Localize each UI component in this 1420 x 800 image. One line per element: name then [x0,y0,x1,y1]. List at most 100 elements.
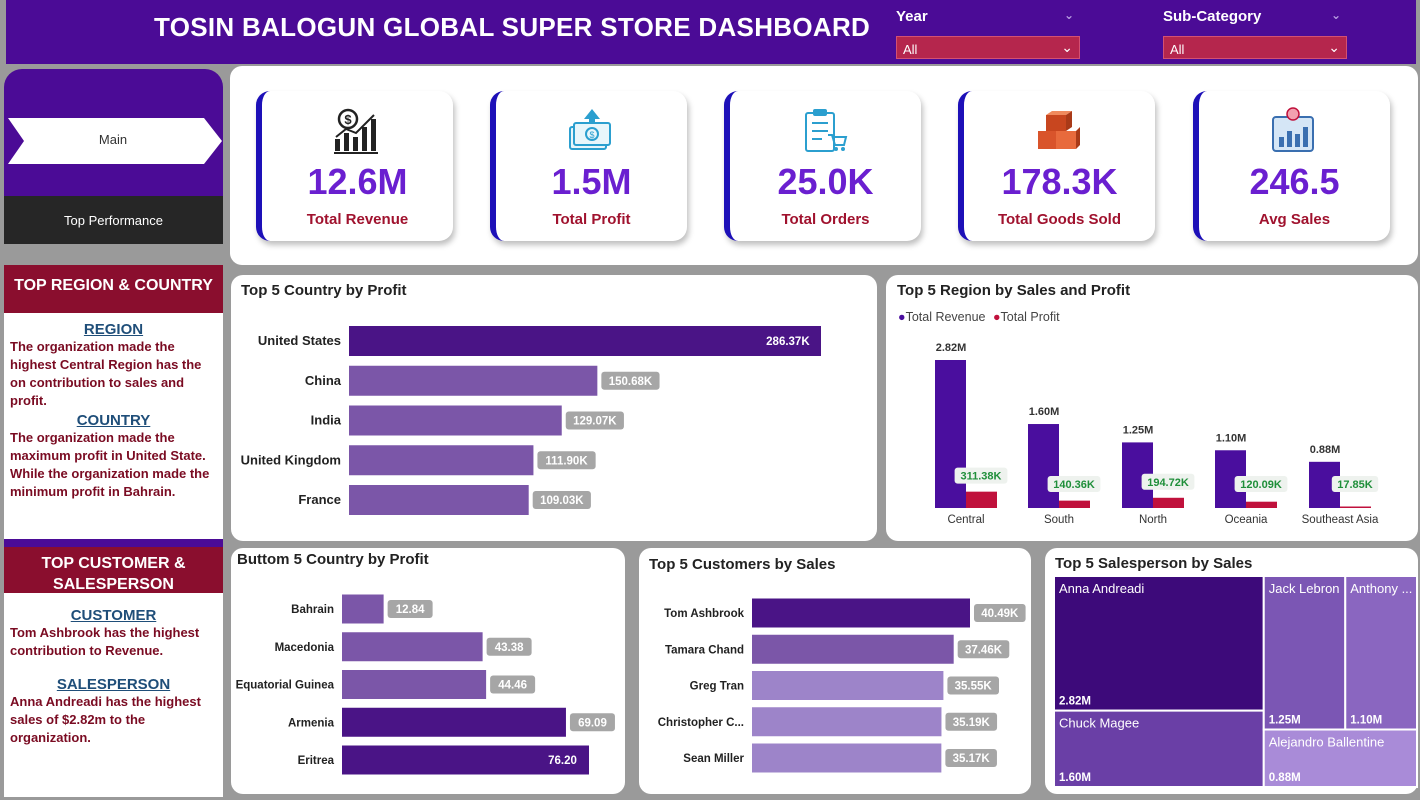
category-label: Macedonia [275,642,335,654]
bar-revenue [935,360,966,508]
bar [752,634,954,664]
category-label: Sean Miller [683,753,744,765]
country-text: The organization made the maximum profit… [10,430,210,499]
region-country-panel: TOP REGION & COUNTRY REGION The organiza… [4,265,223,539]
chevron-down-icon[interactable]: ⌄ [1064,8,1074,22]
subcategory-slicer[interactable]: Sub-Category ⌄ All ⌄ [1163,8,1347,59]
bar [752,707,942,737]
subcategory-dropdown[interactable]: All ⌄ [1163,36,1347,59]
customer-salesperson-heading: TOP CUSTOMER & SALESPERSON [4,547,223,593]
treemap-value: 0.88M [1269,772,1301,784]
data-label-revenue: 2.82M [936,342,967,354]
category-label: France [298,492,341,507]
main-nav-label: Main [98,132,128,147]
year-slicer[interactable]: Year ⌄ All ⌄ [896,8,1080,59]
year-slicer-label: Year [896,8,928,25]
bar-chart-icon [1272,107,1314,152]
bottom5-country-chart: Bahrain 12.84 Macedonia 43.38 Equatorial Gui… [236,594,615,775]
top5-country-profit-card: Top 5 Country by Profit United States 286… [231,275,877,541]
data-label: 286.37K [766,336,810,348]
kpi-label: Total Orders [781,211,870,228]
treemap-cell [1053,575,1265,712]
kpi-value: 246.5 [1249,161,1340,202]
bar-profit [1059,500,1090,508]
category-label: Oceania [1225,514,1268,526]
category-label: Tamara Chand [665,644,744,656]
data-label-revenue: 0.88M [1310,444,1341,456]
salesperson-subtitle: SALESPERSON [56,676,171,693]
data-label-profit: 140.36K [1053,479,1095,491]
treemap-value: 1.10M [1350,715,1382,727]
top-performance-nav-button[interactable]: Top Performance [4,196,223,244]
category-label: Eritrea [298,755,335,767]
region-subtitle: REGION [83,321,144,338]
treemap-value: 1.60M [1059,772,1091,784]
clipboard-cart-icon [805,109,848,152]
treemap-label: Jack Lebron [1269,581,1340,596]
category-label: Christopher C... [658,717,744,729]
category-label: India [311,413,342,428]
bar [342,670,487,699]
treemap-label: Anna Andreadi [1059,581,1144,596]
year-dropdown-value: All [903,42,918,57]
data-label: 111.90K [545,455,588,467]
bottom5-country-card: Buttom 5 Country by Profit Bahrain 12.84 M… [231,548,625,794]
kpi-value: 25.0K [777,161,874,202]
data-label-revenue: 1.25M [1123,424,1154,436]
category-label: Tom Ashbrook [664,608,744,620]
data-label: 129.07K [573,416,617,428]
sidebar-nav: Main Top Performance [4,69,223,244]
category-label: North [1139,514,1167,526]
header-bar: TOSIN BALOGUN GLOBAL SUPER STORE DASHBOA… [6,0,1416,64]
chevron-down-icon: ⌄ [1328,39,1340,55]
top5-region-chart: 2.82M 311.38K Central 1.60M 140.36K South 1.25… [935,342,1379,526]
category-label: Equatorial Guinea [236,680,335,692]
svg-text:$: $ [589,130,594,140]
data-label: 76.20 [548,755,577,767]
kpi-card-profit: $ 1.5M Total Profit [490,91,687,241]
svg-text:$: $ [344,112,352,127]
revenue-chart-icon: $ [334,108,378,154]
data-label: 43.38 [495,642,524,654]
bar [342,632,483,662]
main-nav-button[interactable]: Main [8,118,222,164]
data-label: 69.09 [578,717,607,729]
category-label: Greg Tran [690,681,744,693]
bar [752,598,970,628]
data-label: 35.17K [953,753,991,765]
data-label: 12.84 [396,604,425,616]
customer-subtitle: CUSTOMER [70,607,157,624]
category-label: United Kingdom [241,452,341,467]
category-label: Southeast Asia [1302,514,1379,526]
category-label: Central [947,514,984,526]
category-label: Armenia [288,717,335,729]
data-label-revenue: 1.10M [1216,432,1247,444]
kpi-label: Total Goods Sold [997,211,1122,228]
chevron-down-icon[interactable]: ⌄ [1331,8,1341,22]
bar [342,707,566,737]
top5-salesperson-treemap: Anna Andreadi 2.82M Chuck Magee 1.60M Jack L… [1053,575,1418,788]
category-label: China [305,373,342,388]
top5-customers-card: Top 5 Customers by Sales Tom Ashbrook 40.… [639,548,1031,794]
data-label: 44.46 [498,680,527,692]
bar [349,445,534,476]
bar [349,485,529,515]
bar [349,365,598,396]
treemap-label: Anthony ... [1350,581,1412,596]
category-label: Bahrain [291,604,334,616]
kpi-card-goods: 178.3K Total Goods Sold [958,91,1155,241]
data-label: 150.68K [609,376,653,388]
year-dropdown[interactable]: All ⌄ [896,36,1080,59]
category-label: United States [258,333,341,348]
kpi-label: Avg Sales [1258,211,1331,228]
treemap-label: Chuck Magee [1059,716,1139,731]
data-label: 109.03K [540,495,584,507]
data-label-profit: 120.09K [1240,479,1282,491]
region-text: The organization made the highest Centra… [10,339,202,408]
data-label: 35.55K [955,681,993,693]
data-label-profit: 194.72K [1147,477,1189,489]
subcategory-dropdown-value: All [1170,42,1185,57]
bar-profit [966,491,997,508]
customer-text: Tom Ashbrook has the highest contributio… [10,625,200,658]
country-subtitle: COUNTRY [76,412,151,429]
